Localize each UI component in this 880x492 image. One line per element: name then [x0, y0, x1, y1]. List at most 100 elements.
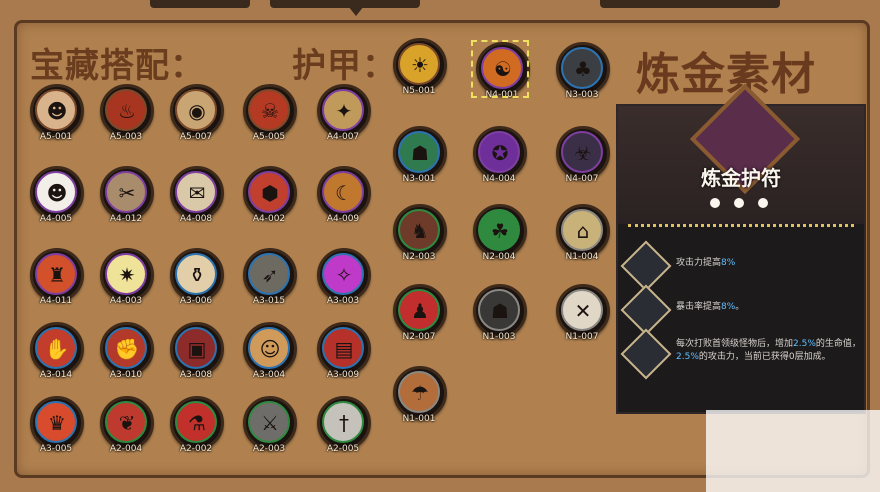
alchemy-section-title: 炼金素材 — [636, 49, 816, 100]
treasure-icon: ⚗ — [188, 411, 206, 435]
armor-id-label: N1-001 — [402, 414, 436, 424]
treasure-badge[interactable]: ✊ — [100, 322, 154, 376]
treasure-icon: ❦ — [118, 411, 136, 435]
armor-id-label: N2-007 — [402, 332, 436, 342]
treasure-id-label: A3-009 — [326, 370, 360, 380]
tab[interactable] — [270, 0, 420, 8]
claw-icon — [620, 328, 672, 380]
treasure-badge[interactable]: ▣ — [170, 322, 224, 376]
treasure-icon: ➶ — [261, 263, 279, 287]
treasure-section-title: 宝藏搭配： — [30, 46, 205, 86]
treasure-id-label: A4-007 — [326, 132, 360, 142]
treasure-badge[interactable]: ✷ — [100, 248, 154, 302]
armor-icon: ☗ — [411, 141, 429, 165]
top-tabs — [150, 0, 800, 16]
treasure-icon: ✧ — [335, 263, 353, 287]
armor-section-title: 护甲： — [292, 46, 397, 86]
armor-badge[interactable]: ♣ — [556, 42, 610, 96]
treasure-icon: † — [339, 411, 349, 435]
armor-icon: ✕ — [574, 299, 592, 323]
treasure-icon: ♜ — [48, 263, 66, 287]
treasure-id-label: A4-009 — [326, 214, 360, 224]
armor-id-label: N2-003 — [402, 252, 436, 262]
tab-pointer-icon — [348, 6, 364, 16]
effect-text: 攻击力提高8% — [676, 258, 736, 268]
armor-badge[interactable]: ☗ — [393, 126, 447, 180]
treasure-id-label: A4-003 — [109, 296, 143, 306]
treasure-id-label: A3-005 — [39, 444, 73, 454]
treasure-id-label: A5-007 — [179, 132, 213, 142]
treasure-badge[interactable]: ❦ — [100, 396, 154, 450]
treasure-id-label: A2-004 — [109, 444, 143, 454]
treasure-badge[interactable]: ♨ — [100, 84, 154, 138]
armor-badge[interactable]: ✪ — [473, 126, 527, 180]
armor-id-label: N2-004 — [482, 252, 516, 262]
armor-id-label: N3-003 — [565, 90, 599, 100]
armor-badge[interactable]: ☣ — [556, 126, 610, 180]
treasure-icon: ✊ — [114, 337, 140, 361]
armor-id-label: N5-001 — [402, 86, 436, 96]
treasure-badge[interactable]: ✧ — [317, 248, 371, 302]
treasure-badge[interactable]: ☻ — [30, 84, 84, 138]
armor-badge[interactable]: ♟ — [393, 284, 447, 338]
treasure-badge[interactable]: ⚗ — [170, 396, 224, 450]
treasure-badge[interactable]: ✋ — [30, 322, 84, 376]
armor-id-label: N1-004 — [565, 252, 599, 262]
armor-icon: ☣ — [574, 141, 592, 165]
treasure-icon: ☻ — [46, 99, 68, 123]
armor-id-label: N4-004 — [482, 174, 516, 184]
treasure-id-label: A4-002 — [252, 214, 286, 224]
treasure-badge[interactable]: ☺ — [243, 322, 297, 376]
treasure-icon: ♛ — [48, 411, 66, 435]
armor-badge[interactable]: ☘ — [473, 204, 527, 258]
treasure-id-label: A2-005 — [326, 444, 360, 454]
tab[interactable] — [150, 0, 250, 8]
treasure-icon: ✉ — [188, 181, 206, 205]
treasure-icon: ⬢ — [261, 181, 279, 205]
treasure-badge[interactable]: ♜ — [30, 248, 84, 302]
treasure-badge[interactable]: ✂ — [100, 166, 154, 220]
treasure-id-label: A5-003 — [109, 132, 143, 142]
treasure-icon: ✦ — [335, 99, 353, 123]
treasure-badge[interactable]: ☻ — [30, 166, 84, 220]
armor-icon: ✪ — [491, 141, 509, 165]
treasure-id-label: A3-008 — [179, 370, 213, 380]
armor-id-label: N1-007 — [565, 332, 599, 342]
treasure-badge[interactable]: ➶ — [243, 248, 297, 302]
armor-icon: ☗ — [491, 299, 509, 323]
tab[interactable] — [600, 0, 780, 8]
treasure-id-label: A2-002 — [179, 444, 213, 454]
treasure-icon: ☻ — [46, 181, 68, 205]
treasure-badge[interactable]: ✉ — [170, 166, 224, 220]
effect-text: 每次打败首领级怪物后，增加2.5%的生命值，2.5%的攻击力，当前已获得0层加成… — [676, 339, 861, 362]
armor-icon: ♞ — [411, 219, 429, 243]
treasure-icon: ✂ — [118, 181, 136, 205]
treasure-badge[interactable]: ▤ — [317, 322, 371, 376]
treasure-badge[interactable]: ☠ — [243, 84, 297, 138]
armor-badge[interactable]: ☀ — [393, 38, 447, 92]
armor-badge[interactable]: ☂ — [393, 366, 447, 420]
armor-icon: ☂ — [411, 381, 429, 405]
treasure-icon: ⚔ — [261, 411, 279, 435]
treasure-badge[interactable]: ✦ — [317, 84, 371, 138]
treasure-id-label: A5-001 — [39, 132, 73, 142]
treasure-badge[interactable]: ◉ — [170, 84, 224, 138]
treasure-badge[interactable]: ⚱ — [170, 248, 224, 302]
treasure-icon: ☺ — [259, 337, 281, 361]
treasure-id-label: A4-012 — [109, 214, 143, 224]
armor-badge[interactable]: ✕ — [556, 284, 610, 338]
armor-badge[interactable]: ♞ — [393, 204, 447, 258]
treasure-badge[interactable]: ☾ — [317, 166, 371, 220]
treasure-id-label: A2-003 — [252, 444, 286, 454]
armor-badge[interactable]: ☗ — [473, 284, 527, 338]
effect-text: 暴击率提高8%。 — [676, 302, 745, 312]
inventory-board: 宝藏搭配： 护甲： 炼金素材 ☻ A5-001 ♨ A5-003 ◉ A5-007 ☠ A5-… — [0, 0, 880, 492]
treasure-badge[interactable]: † — [317, 396, 371, 450]
treasure-badge[interactable]: ⬢ — [243, 166, 297, 220]
armor-badge[interactable]: ⌂ — [556, 204, 610, 258]
rank-dot — [734, 198, 744, 208]
treasure-id-label: A3-004 — [252, 370, 286, 380]
alchemy-detail-panel: 炼金护符 攻击力提高8% 暴击率提高8%。 每次打败首领级怪物后，增加2.5%的… — [616, 83, 866, 414]
treasure-badge[interactable]: ⚔ — [243, 396, 297, 450]
treasure-badge[interactable]: ♛ — [30, 396, 84, 450]
